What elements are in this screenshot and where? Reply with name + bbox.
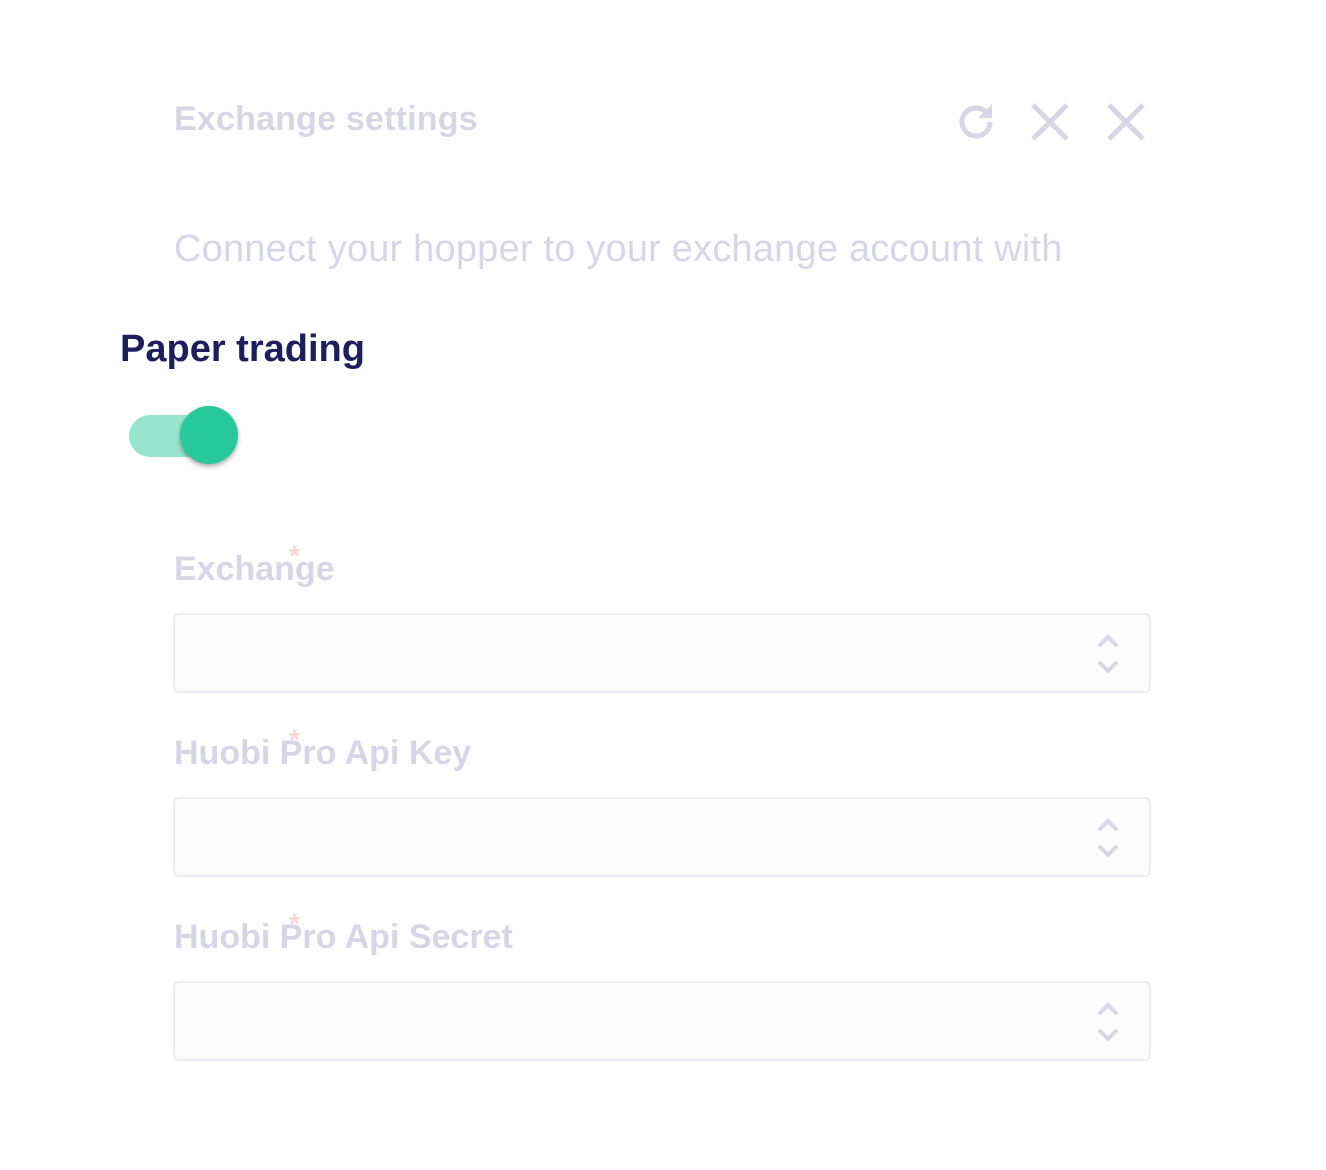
close-icon[interactable] — [1026, 98, 1074, 146]
page-title: Exchange settings — [174, 100, 478, 138]
paper-trading-toggle[interactable] — [126, 402, 246, 470]
exchange-label: Exchange — [174, 550, 335, 588]
close-icon[interactable] — [1102, 98, 1150, 146]
refresh-icon[interactable] — [952, 98, 1000, 146]
description-text: Connect your hopper to your exchange acc… — [174, 228, 1063, 270]
api-secret-select[interactable] — [173, 981, 1151, 1061]
required-marker: * — [289, 908, 300, 939]
api-key-label: Huobi Pro Api Key — [174, 734, 472, 772]
paper-trading-label: Paper trading — [120, 328, 365, 370]
required-marker: * — [289, 724, 300, 755]
api-key-select[interactable] — [173, 797, 1151, 877]
chevron-up-down-icon — [1095, 815, 1121, 861]
api-secret-label: Huobi Pro Api Secret — [174, 918, 513, 956]
exchange-select[interactable] — [173, 613, 1151, 693]
toggle-knob — [180, 406, 238, 464]
chevron-up-down-icon — [1095, 999, 1121, 1045]
chevron-up-down-icon — [1095, 631, 1121, 677]
header-actions — [952, 98, 1152, 148]
required-marker: * — [289, 540, 300, 571]
